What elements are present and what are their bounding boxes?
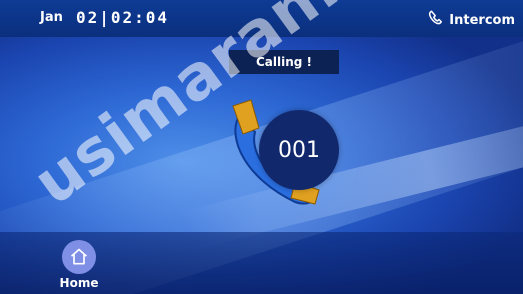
home-label: Home (59, 276, 99, 290)
home-icon (62, 240, 96, 274)
home-button[interactable]: Home (54, 240, 104, 294)
phone-icon (427, 9, 445, 31)
intercom-button[interactable]: Intercom (427, 9, 515, 31)
caller-number: 001 (259, 110, 339, 190)
date-month: Jan (40, 10, 63, 25)
intercom-screen: Jan 02|02:04 Intercom Calling ! 001 Home… (0, 0, 523, 294)
calling-status: Calling ! (229, 50, 339, 74)
status-bar: Jan 02|02:04 Intercom (0, 0, 523, 37)
clock-time: 02|02:04 (76, 8, 170, 27)
intercom-label: Intercom (449, 12, 515, 28)
